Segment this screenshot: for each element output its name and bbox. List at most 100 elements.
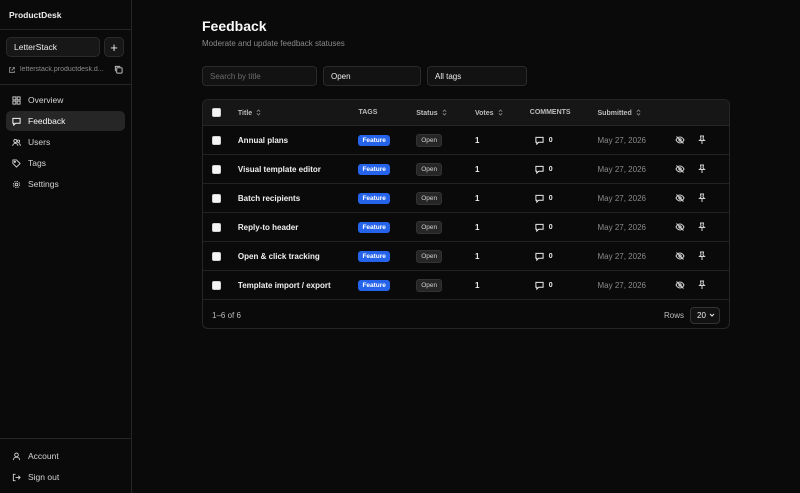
eye-off-icon[interactable] — [675, 222, 685, 232]
sidebar-item-sign-out[interactable]: Sign out — [6, 467, 125, 487]
row-checkbox[interactable] — [212, 193, 221, 203]
header-votes[interactable]: Votes — [475, 108, 530, 117]
status-badge[interactable]: Open — [416, 162, 443, 176]
sign-out-icon — [12, 473, 21, 481]
comments-count: 0 — [530, 223, 598, 232]
pin-icon[interactable] — [697, 251, 707, 261]
pin-icon[interactable] — [697, 193, 707, 203]
tag-badge: Feature — [358, 221, 390, 233]
table-row[interactable]: Batch recipients Feature Open 1 0 May 27… — [203, 184, 729, 213]
status-badge[interactable]: Open — [416, 249, 443, 263]
row-submitted: May 27, 2026 — [597, 280, 646, 290]
row-submitted: May 27, 2026 — [597, 135, 646, 145]
filter-bar: Search by title Open All tags — [202, 66, 527, 86]
search-input[interactable]: Search by title — [202, 66, 317, 86]
header-submitted[interactable]: Submitted — [598, 108, 676, 117]
pin-icon[interactable] — [697, 280, 707, 290]
table-row[interactable]: Open & click tracking Feature Open 1 0 M… — [203, 242, 729, 271]
header-title[interactable]: Title — [238, 108, 359, 117]
table-row[interactable]: Template import / export Feature Open 1 … — [203, 271, 729, 300]
row-checkbox[interactable] — [212, 164, 221, 174]
eye-off-icon[interactable] — [675, 135, 685, 145]
pin-icon[interactable] — [697, 164, 707, 174]
plus-icon: + — [110, 39, 118, 55]
pin-icon[interactable] — [697, 222, 707, 232]
sidebar-item-account[interactable]: Account — [6, 446, 125, 466]
row-title[interactable]: Batch recipients — [238, 194, 359, 203]
user-icon — [12, 452, 21, 460]
tags-filter-value: All tags — [435, 71, 462, 81]
row-title[interactable]: Visual template editor — [238, 165, 359, 174]
rows-per-page-value: 20 — [697, 310, 706, 320]
sidebar-footer: Account Sign out — [0, 438, 131, 488]
table-row[interactable]: Annual plans Feature Open 1 0 May 27, 20… — [203, 126, 729, 155]
eye-off-icon[interactable] — [675, 164, 685, 174]
row-checkbox[interactable] — [212, 251, 221, 261]
sort-icon — [442, 108, 447, 116]
sidebar-item-label: Overview — [28, 95, 64, 105]
status-badge[interactable]: Open — [416, 278, 443, 292]
tag-badge: Feature — [358, 250, 390, 262]
tag-badge: Feature — [358, 163, 390, 175]
copy-icon[interactable] — [114, 65, 123, 74]
sidebar-nav: Overview Feedback Users Tags Settings — [6, 90, 125, 195]
sidebar-item-users[interactable]: Users — [6, 132, 125, 152]
status-filter-value: Open — [331, 71, 351, 81]
row-checkbox[interactable] — [212, 135, 221, 145]
sidebar-divider — [0, 84, 131, 85]
search-placeholder: Search by title — [210, 71, 261, 81]
row-title[interactable]: Template import / export — [238, 281, 359, 290]
grid-icon — [12, 95, 21, 105]
row-title[interactable]: Annual plans — [238, 136, 359, 145]
sidebar-item-overview[interactable]: Overview — [6, 90, 125, 110]
tags-filter-select[interactable]: All tags — [427, 66, 527, 86]
row-votes: 1 — [474, 164, 480, 174]
status-filter-select[interactable]: Open — [323, 66, 421, 86]
status-badge[interactable]: Open — [416, 220, 443, 234]
users-icon — [12, 138, 21, 146]
header-status[interactable]: Status — [416, 108, 475, 117]
table-footer: 1–6 of 6 Rows 20 — [203, 300, 729, 328]
project-selector[interactable]: LetterStack — [6, 37, 100, 57]
tag-badge: Feature — [358, 192, 390, 204]
rows-per-page-select[interactable]: 20 — [690, 306, 720, 324]
row-votes: 1 — [474, 222, 480, 232]
app-brand: ProductDesk — [0, 0, 131, 30]
select-all-checkbox[interactable] — [212, 108, 221, 117]
tag-badge: Feature — [358, 134, 390, 146]
page-title: Feedback — [202, 18, 267, 34]
eye-off-icon[interactable] — [675, 280, 685, 290]
status-badge[interactable]: Open — [416, 191, 443, 205]
comment-icon — [535, 194, 544, 203]
feedback-table: Title TAGS Status Votes COMMENTS Submitt… — [202, 99, 730, 329]
external-link-icon[interactable] — [8, 66, 16, 74]
status-badge[interactable]: Open — [416, 133, 443, 147]
project-url[interactable]: letterstack.productdesk.d... — [20, 66, 110, 73]
table-row[interactable]: Visual template editor Feature Open 1 0 … — [203, 155, 729, 184]
eye-off-icon[interactable] — [675, 251, 685, 261]
table-row[interactable]: Reply-to header Feature Open 1 0 May 27,… — [203, 213, 729, 242]
row-title[interactable]: Reply-to header — [238, 223, 359, 232]
sidebar-item-settings[interactable]: Settings — [6, 174, 125, 194]
chevron-down-icon — [709, 313, 715, 317]
sidebar-item-tags[interactable]: Tags — [6, 153, 125, 173]
rows-per-page-label: Rows — [663, 310, 684, 320]
sidebar-item-label: Settings — [28, 179, 59, 189]
sidebar-item-label: Sign out — [28, 472, 60, 482]
comments-count: 0 — [530, 136, 598, 145]
table-header: Title TAGS Status Votes COMMENTS Submitt… — [203, 100, 729, 126]
eye-off-icon[interactable] — [675, 193, 685, 203]
row-checkbox[interactable] — [212, 280, 221, 290]
comment-icon — [535, 136, 544, 145]
row-submitted: May 27, 2026 — [597, 222, 646, 232]
row-votes: 1 — [474, 280, 480, 290]
sidebar-item-feedback[interactable]: Feedback — [6, 111, 125, 131]
sidebar-item-label: Tags — [28, 158, 46, 168]
table-body: Annual plans Feature Open 1 0 May 27, 20… — [203, 126, 729, 300]
row-checkbox[interactable] — [212, 222, 221, 232]
add-project-button[interactable]: + — [104, 37, 124, 57]
sort-icon — [636, 108, 641, 116]
pin-icon[interactable] — [697, 135, 707, 145]
row-title[interactable]: Open & click tracking — [238, 252, 359, 261]
project-name: LetterStack — [14, 42, 57, 52]
